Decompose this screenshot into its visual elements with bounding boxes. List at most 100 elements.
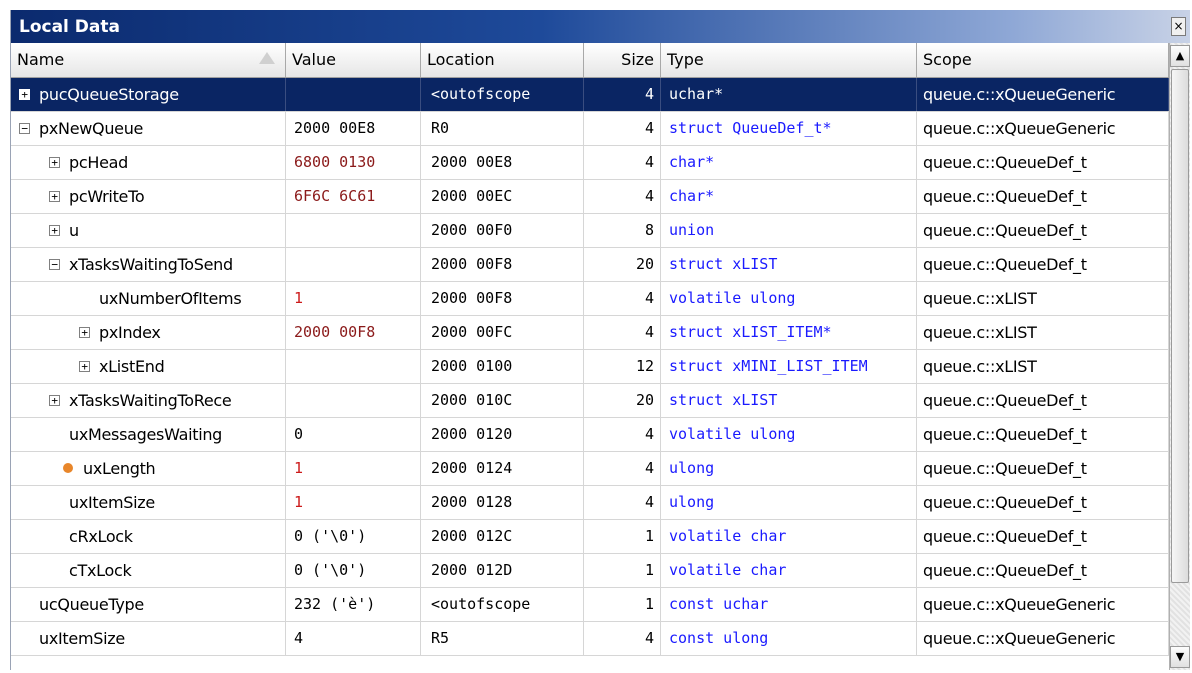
expand-plus-icon[interactable]: + xyxy=(19,89,30,100)
table-row[interactable]: + pcHead 6800 0130 2000 00E8 4 char* queue.c::… xyxy=(11,146,1169,180)
column-name[interactable]: Name xyxy=(11,43,286,77)
scope-cell: queue.c::QueueDef_t xyxy=(917,520,1169,553)
table-row[interactable]: cRxLock 0 ('\0') 2000 012C 1 volatile char qu… xyxy=(11,520,1169,554)
name-cell: + xTasksWaitingToRece xyxy=(11,384,286,417)
table-row[interactable]: uxMessagesWaiting 0 2000 0120 4 volatile ulo… xyxy=(11,418,1169,452)
location-cell: 2000 012C xyxy=(421,520,584,553)
value-cell[interactable]: 1 xyxy=(286,486,421,519)
scroll-up-icon[interactable]: ▲ xyxy=(1170,45,1190,67)
expand-plus-icon[interactable]: + xyxy=(49,225,60,236)
column-location[interactable]: Location xyxy=(421,43,584,77)
value-cell[interactable]: 1 xyxy=(286,452,421,485)
value-cell[interactable]: 0 xyxy=(286,418,421,451)
type-cell: struct xLIST xyxy=(661,384,917,417)
expand-plus-icon[interactable]: + xyxy=(79,327,90,338)
column-type[interactable]: Type xyxy=(661,43,917,77)
size-cell: 4 xyxy=(584,418,661,451)
scope-cell: queue.c::xLIST xyxy=(917,316,1169,349)
column-scope[interactable]: Scope xyxy=(917,43,1169,77)
variable-name: xTasksWaitingToSend xyxy=(69,255,233,274)
scope-cell: queue.c::QueueDef_t xyxy=(917,486,1169,519)
size-cell: 12 xyxy=(584,350,661,383)
close-icon[interactable]: × xyxy=(1171,17,1186,36)
value-cell[interactable] xyxy=(286,248,421,281)
table-row[interactable]: − xTasksWaitingToSend 2000 00F8 20 struct xL… xyxy=(11,248,1169,282)
column-size[interactable]: Size xyxy=(584,43,661,77)
table-row[interactable]: + pucQueueStorage <outofscope 4 uchar* queue.… xyxy=(11,78,1169,112)
variable-name: pxNewQueue xyxy=(39,119,144,138)
location-cell: 2000 0100 xyxy=(421,350,584,383)
collapse-minus-icon[interactable]: − xyxy=(19,123,30,134)
type-cell: volatile ulong xyxy=(661,418,917,451)
type-cell: union xyxy=(661,214,917,247)
scope-cell: queue.c::QueueDef_t xyxy=(917,384,1169,417)
value-cell[interactable] xyxy=(286,214,421,247)
location-cell: 2000 0124 xyxy=(421,452,584,485)
table-row[interactable]: − pxNewQueue 2000 00E8 R0 4 struct QueueDef_t… xyxy=(11,112,1169,146)
table-row[interactable]: + xTasksWaitingToRece 2000 010C 20 struct xL… xyxy=(11,384,1169,418)
scope-cell: queue.c::xQueueGeneric xyxy=(917,78,1169,111)
table-row[interactable]: + u 2000 00F0 8 union queue.c::QueueDef_t xyxy=(11,214,1169,248)
expand-plus-icon[interactable]: + xyxy=(49,395,60,406)
value-cell[interactable] xyxy=(286,350,421,383)
column-scope-label: Scope xyxy=(923,50,972,69)
column-size-label: Size xyxy=(621,50,654,69)
name-cell: ucQueueType xyxy=(11,588,286,621)
value-cell[interactable]: 6F6C 6C61 xyxy=(286,180,421,213)
table-row[interactable]: + pcWriteTo 6F6C 6C61 2000 00EC 4 char* queue.… xyxy=(11,180,1169,214)
window-title: Local Data xyxy=(19,17,120,37)
name-cell: + pcHead xyxy=(11,146,286,179)
location-cell: 2000 00EC xyxy=(421,180,584,213)
value-cell[interactable]: 4 xyxy=(286,622,421,655)
table-row[interactable]: uxItemSize 4 R5 4 const ulong queue.c::xQueue… xyxy=(11,622,1169,656)
value-cell[interactable] xyxy=(286,384,421,417)
table-row[interactable]: ucQueueType 232 ('è') <outofscope 1 const uc… xyxy=(11,588,1169,622)
expand-plus-icon[interactable]: + xyxy=(49,157,60,168)
type-cell: ulong xyxy=(661,452,917,485)
value-cell[interactable]: 6800 0130 xyxy=(286,146,421,179)
vertical-scrollbar[interactable]: ▲ ▼ xyxy=(1169,43,1190,670)
scroll-thumb[interactable] xyxy=(1171,69,1189,583)
name-cell: − pxNewQueue xyxy=(11,112,286,145)
size-cell: 1 xyxy=(584,554,661,587)
value-cell[interactable]: 232 ('è') xyxy=(286,588,421,621)
variable-name: xTasksWaitingToRece xyxy=(69,391,232,410)
expand-plus-icon[interactable]: + xyxy=(79,361,90,372)
scope-cell: queue.c::QueueDef_t xyxy=(917,248,1169,281)
title-bar[interactable]: Local Data × xyxy=(11,10,1190,43)
size-cell: 1 xyxy=(584,588,661,621)
table-row[interactable]: + pxIndex 2000 00F8 2000 00FC 4 struct xLIST_… xyxy=(11,316,1169,350)
scroll-down-icon[interactable]: ▼ xyxy=(1170,646,1190,668)
value-cell[interactable] xyxy=(286,78,421,111)
location-cell: 2000 00FC xyxy=(421,316,584,349)
sort-ascending-icon xyxy=(259,52,275,64)
column-type-label: Type xyxy=(667,50,704,69)
table-row[interactable]: uxItemSize 1 2000 0128 4 ulong queue.c::Queue… xyxy=(11,486,1169,520)
variable-name: uxItemSize xyxy=(39,629,125,648)
location-cell: 2000 00F8 xyxy=(421,282,584,315)
type-cell: char* xyxy=(661,146,917,179)
variable-name: uxItemSize xyxy=(69,493,155,512)
variable-name: ucQueueType xyxy=(39,595,144,614)
table-row[interactable]: cTxLock 0 ('\0') 2000 012D 1 volatile char qu… xyxy=(11,554,1169,588)
table-row[interactable]: uxNumberOfItems 1 2000 00F8 4 volatile ulong… xyxy=(11,282,1169,316)
size-cell: 4 xyxy=(584,282,661,315)
table-row[interactable]: + xListEnd 2000 0100 12 struct xMINI_LIST_IT… xyxy=(11,350,1169,384)
scope-cell: queue.c::QueueDef_t xyxy=(917,180,1169,213)
value-cell[interactable]: 0 ('\0') xyxy=(286,554,421,587)
value-cell[interactable]: 1 xyxy=(286,282,421,315)
variable-name: xListEnd xyxy=(99,357,165,376)
local-data-window: Local Data × Name Value Location Size Ty… xyxy=(10,10,1190,670)
variable-name: u xyxy=(69,221,79,240)
collapse-minus-icon[interactable]: − xyxy=(49,259,60,270)
type-cell: struct xLIST xyxy=(661,248,917,281)
location-cell: 2000 012D xyxy=(421,554,584,587)
table-row[interactable]: uxLength 1 2000 0124 4 ulong queue.c::QueueDe… xyxy=(11,452,1169,486)
column-value[interactable]: Value xyxy=(286,43,421,77)
expand-plus-icon[interactable]: + xyxy=(49,191,60,202)
variable-name: uxMessagesWaiting xyxy=(69,425,223,444)
value-cell[interactable]: 2000 00E8 xyxy=(286,112,421,145)
value-cell[interactable]: 2000 00F8 xyxy=(286,316,421,349)
value-cell[interactable]: 0 ('\0') xyxy=(286,520,421,553)
type-cell: struct xLIST_ITEM* xyxy=(661,316,917,349)
